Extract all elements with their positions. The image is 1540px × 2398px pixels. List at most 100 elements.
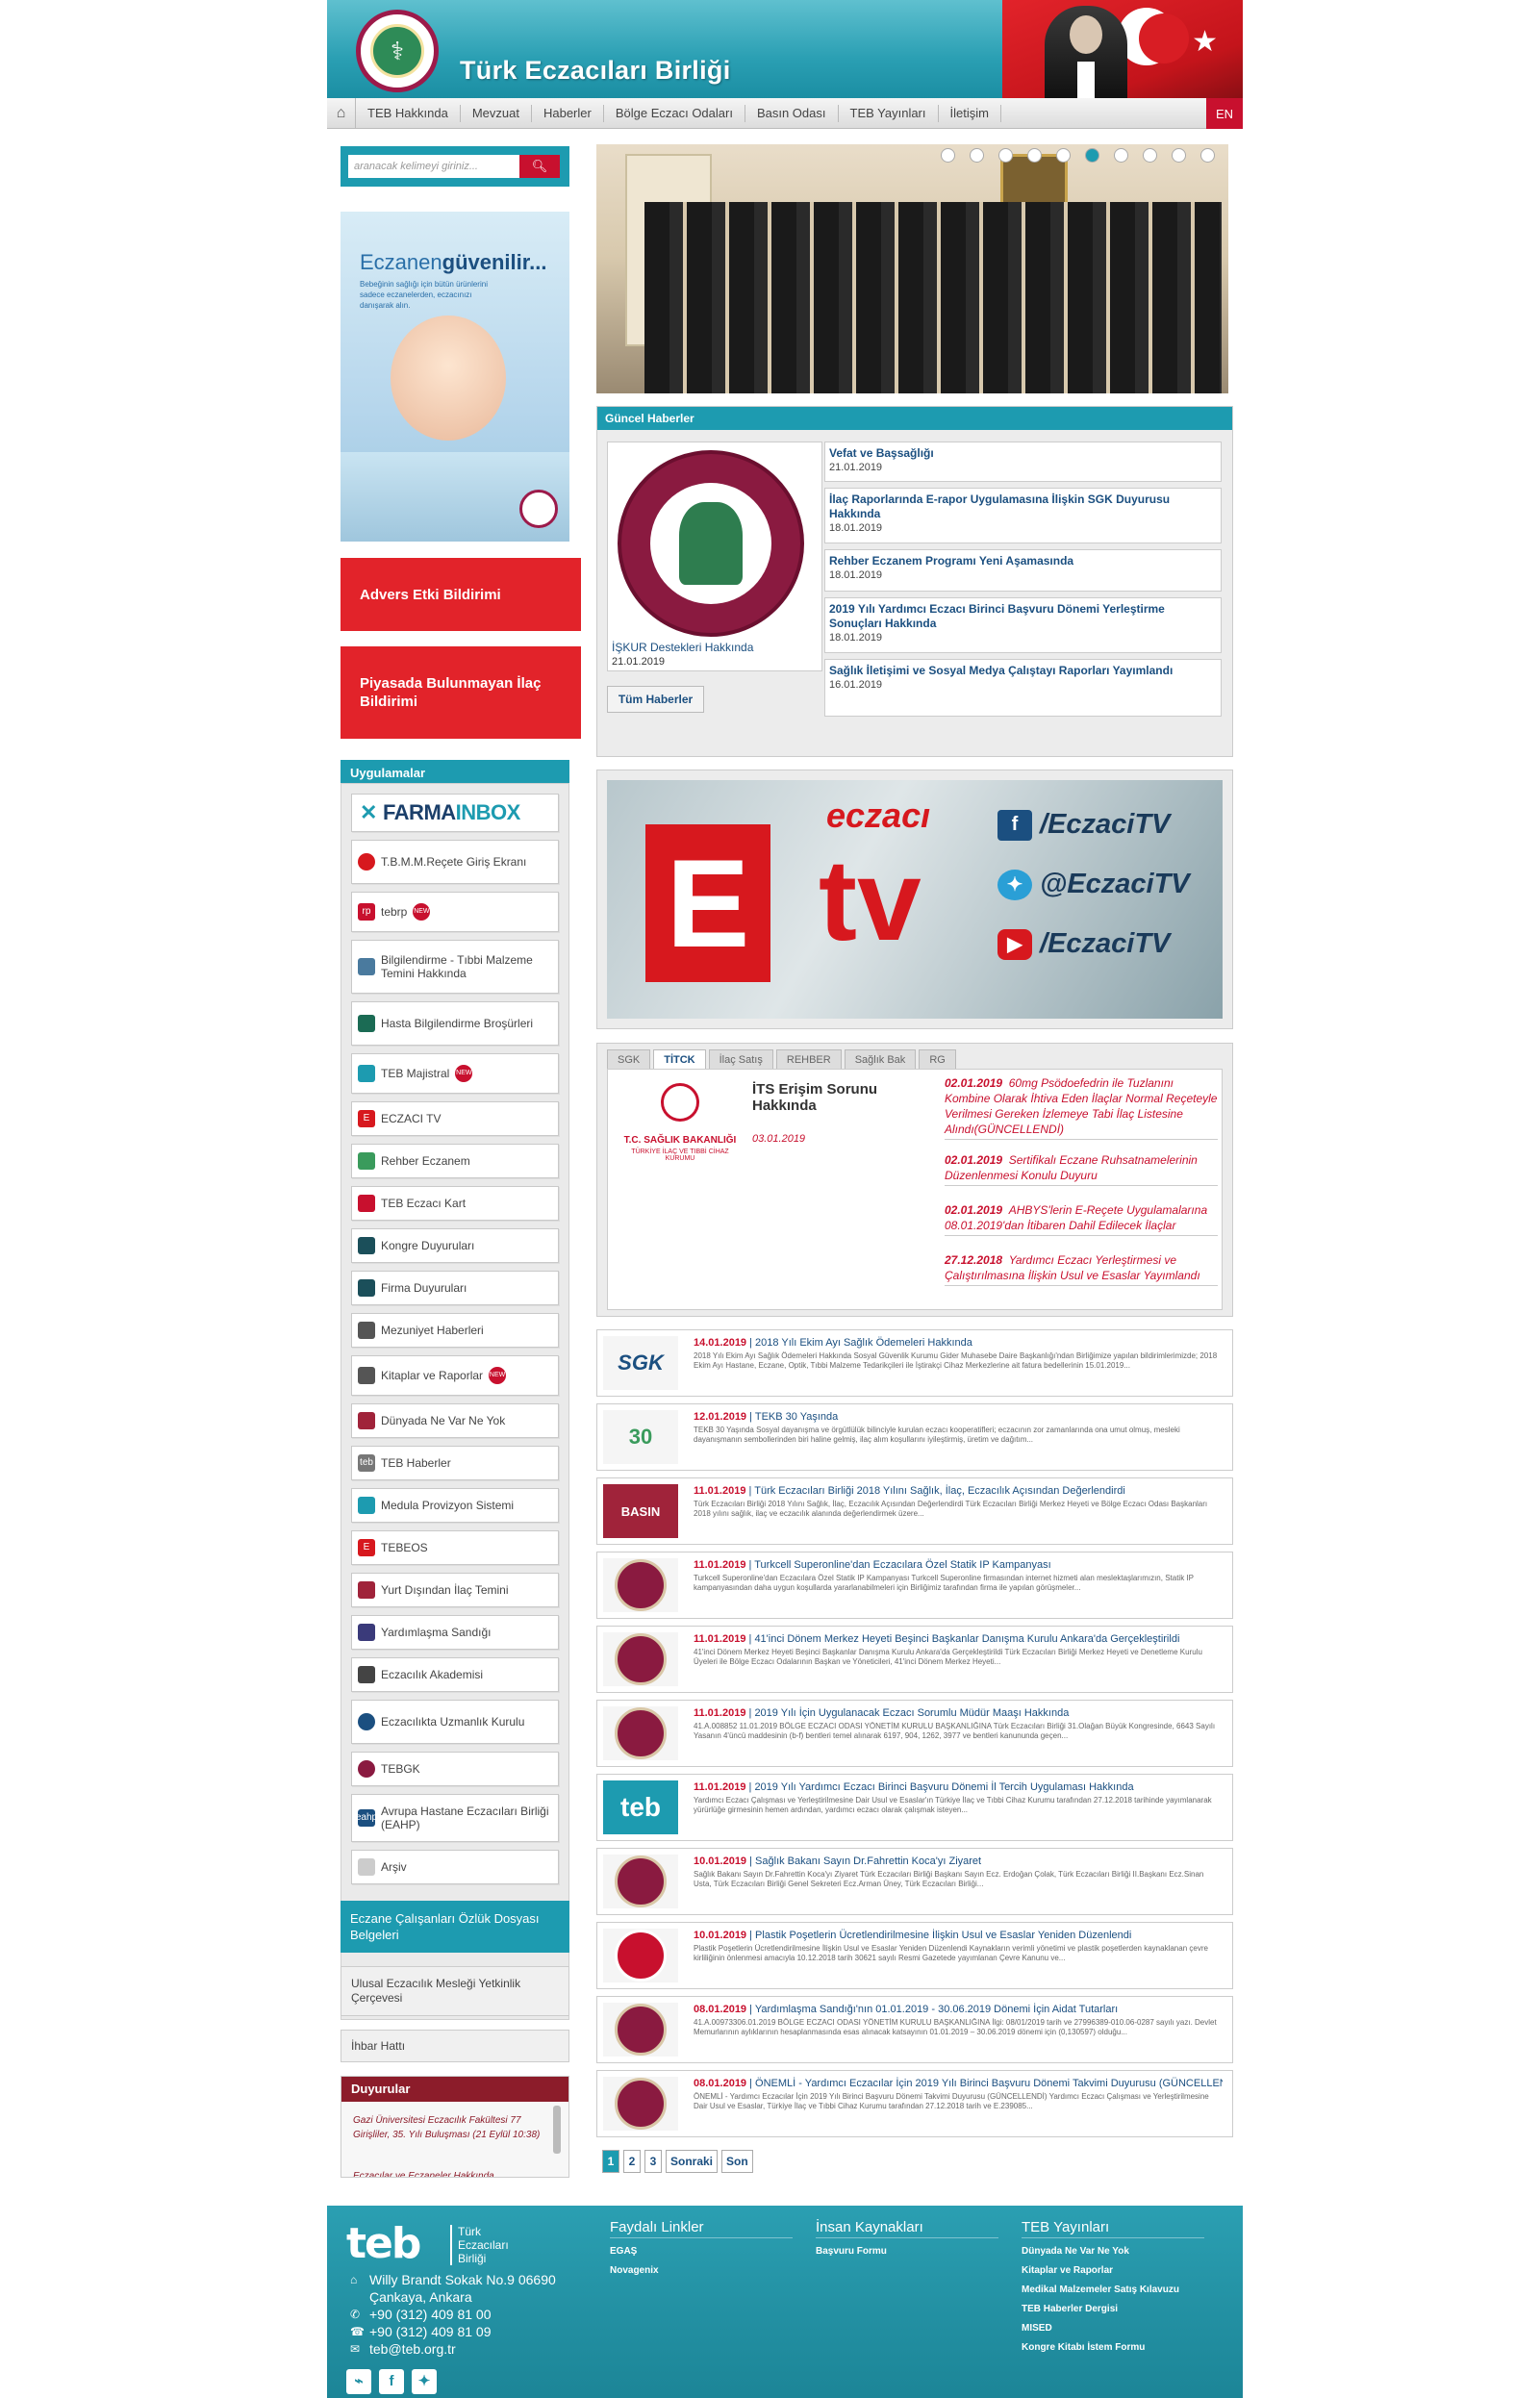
footer-link[interactable]: Kongre Kitabı İstem Formu — [1022, 2338, 1204, 2358]
missing-drug-button[interactable]: Piyasada Bulunmayan İlaç Bildirimi — [341, 646, 581, 739]
footer-link[interactable]: Kitaplar ve Raporlar — [1022, 2261, 1204, 2281]
eczaci-tv-banner[interactable]: E eczacı tv f/EczaciTV ✦ @EczaciTV ▶ /Ecza… — [607, 780, 1223, 1019]
slider-dot[interactable] — [970, 148, 984, 163]
footer-link[interactable]: Novagenix — [610, 2261, 793, 2281]
app-teb-haberler[interactable]: teb TEB Haberler — [351, 1446, 559, 1480]
last-page-button[interactable]: Son — [721, 2150, 753, 2173]
news-title[interactable]: 2019 Yılı Yardımcı Eczacı Birinci Başvur… — [829, 602, 1217, 631]
slider-dot[interactable] — [1143, 148, 1157, 163]
tab-item[interactable]: 02.01.2019 Sertifikalı Eczane Ruhsatname… — [945, 1152, 1218, 1186]
footer-link[interactable]: Dünyada Ne Var Ne Yok — [1022, 2242, 1204, 2261]
app-eahp[interactable]: eahp Avrupa Hastane Eczacıları Birliği (E… — [351, 1794, 559, 1842]
duyurular-scrollbar[interactable] — [553, 2106, 561, 2154]
footer-link[interactable]: Medikal Malzemeler Satış Kılavuzu — [1022, 2281, 1204, 2300]
feed-item[interactable]: 08.01.2019 | ÖNEMLİ - Yardımcı Eczacılar… — [596, 2070, 1233, 2137]
news-item[interactable]: Vefat ve Başsağlığı 21.01.2019 — [824, 442, 1222, 482]
tab-item[interactable]: 02.01.2019 60mg Psödoefedrin ile Tuzlanı… — [945, 1075, 1218, 1140]
app-yurt-disindan-ilac[interactable]: Yurt Dışından İlaç Temini — [351, 1573, 559, 1607]
nav-basin-odasi[interactable]: Basın Odası — [745, 104, 839, 122]
slider-dot[interactable] — [1200, 148, 1215, 163]
news-title[interactable]: Vefat ve Başsağlığı — [829, 446, 1217, 461]
slider-dot[interactable] — [1114, 148, 1128, 163]
app-dunyada-ne-var[interactable]: Dünyada Ne Var Ne Yok — [351, 1403, 559, 1438]
footer-link[interactable]: MISED — [1022, 2319, 1204, 2338]
news-slider[interactable] — [596, 144, 1228, 393]
home-icon[interactable]: ⌂ — [327, 97, 356, 129]
search-input[interactable]: aranacak kelimeyi giriniz... — [348, 155, 519, 178]
app-eczaci-tv[interactable]: E ECZACI TV — [351, 1101, 559, 1136]
ozluk-dosyasi-link[interactable]: Eczane Çalışanları Özlük Dosyası Belgele… — [341, 1901, 569, 1953]
feed-item[interactable]: 11.01.2019 | Turkcell Superonline'dan Ec… — [596, 1552, 1233, 1619]
tab-saglik-bak[interactable]: Sağlık Bak — [844, 1049, 917, 1069]
news-item[interactable]: Sağlık İletişimi ve Sosyal Medya Çalışta… — [824, 659, 1222, 717]
all-news-button[interactable]: Tüm Haberler — [607, 686, 704, 713]
feed-item[interactable]: 11.01.2019 | 2019 Yılı İçin Uygulanacak … — [596, 1700, 1233, 1767]
search-button[interactable]: 🔍︎ — [519, 155, 560, 178]
app-eczacilik-akademisi[interactable]: Eczacılık Akademisi — [351, 1657, 559, 1692]
slider-dot[interactable] — [941, 148, 955, 163]
feed-item[interactable]: 08.01.2019 | Yardımlaşma Sandığı'nın 01.… — [596, 1996, 1233, 2063]
eczane-banner[interactable]: Eczanengüvenilir... Bebeğinin sağlığı iç… — [341, 212, 569, 542]
feed-title[interactable]: 11.01.2019 | 2019 Yılı Yardımcı Eczacı B… — [694, 1780, 1223, 1794]
app-firma-duyurulari[interactable]: Firma Duyuruları — [351, 1271, 559, 1305]
rss-icon[interactable]: ⌁ — [346, 2369, 371, 2394]
nav-bolge-odalari[interactable]: Bölge Eczacı Odaları — [604, 104, 745, 122]
feed-item[interactable]: 30 12.01.2019 | TEKB 30 Yaşında TEKB 30 Ya… — [596, 1403, 1233, 1471]
next-page-button[interactable]: Sonraki — [666, 2150, 719, 2173]
news-item[interactable]: İlaç Raporlarında E-rapor Uygulamasına İ… — [824, 488, 1222, 543]
tab-item[interactable]: 02.01.2019 AHBYS'lerin E-Reçete Uygulama… — [945, 1202, 1218, 1236]
tab-main-title[interactable]: İTS Erişim Sorunu Hakkında — [752, 1081, 896, 1114]
feed-title[interactable]: 11.01.2019 | 41'inci Dönem Merkez Heyeti… — [694, 1632, 1223, 1646]
app-bilgilendirme[interactable]: Bilgilendirme - Tıbbi Malzeme Temini Hak… — [351, 940, 559, 994]
feed-item[interactable]: 11.01.2019 | 41'inci Dönem Merkez Heyeti… — [596, 1626, 1233, 1693]
feed-title[interactable]: 14.01.2019 | 2018 Yılı Ekim Ayı Sağlık Ö… — [694, 1336, 1223, 1350]
ihbar-hatti-link[interactable]: İhbar Hattı — [341, 2030, 569, 2062]
app-yardimlasma-sandigi[interactable]: Yardımlaşma Sandığı — [351, 1615, 559, 1650]
duyurular-item[interactable]: Eczacılar ve Eczaneler Hakkında — [353, 2169, 545, 2177]
feed-title[interactable]: 11.01.2019 | Turkcell Superonline'dan Ec… — [694, 1558, 1223, 1572]
featured-news[interactable]: İŞKUR Destekleri Hakkında 21.01.2019 — [607, 442, 822, 671]
teb-logo[interactable]: ⚕ — [356, 10, 439, 92]
app-tebrp[interactable]: rp tebrp NEW — [351, 892, 559, 932]
tab-rehber[interactable]: REHBER — [775, 1049, 842, 1069]
app-tbmm-recete[interactable]: T.B.M.M.Reçete Giriş Ekranı — [351, 840, 559, 884]
tab-ilac-satis[interactable]: İlaç Satış — [708, 1049, 773, 1069]
app-teb-majistral[interactable]: TEB Majistral NEW — [351, 1053, 559, 1094]
app-hasta-bilgilendirme[interactable]: Hasta Bilgilendirme Broşürleri — [351, 1001, 559, 1046]
slider-dot-active[interactable] — [1085, 148, 1099, 163]
farmainbox-link[interactable]: ✕ FARMA INBOX — [351, 794, 559, 832]
feed-item[interactable]: 10.01.2019 | Plastik Poşetlerin Ücretlen… — [596, 1922, 1233, 1989]
nav-iletisim[interactable]: İletişim — [939, 104, 1001, 122]
app-tebgk[interactable]: TEBGK — [351, 1752, 559, 1786]
feed-title[interactable]: 11.01.2019 | 2019 Yılı İçin Uygulanacak … — [694, 1706, 1223, 1720]
facebook-icon[interactable]: f — [379, 2369, 404, 2394]
slider-dot[interactable] — [1056, 148, 1071, 163]
slider-dot[interactable] — [1027, 148, 1042, 163]
app-mezuniyet-haberleri[interactable]: Mezuniyet Haberleri — [351, 1313, 559, 1348]
app-kitaplar-raporlar[interactable]: Kitaplar ve Raporlar NEW — [351, 1355, 559, 1396]
tab-sgk[interactable]: SGK — [607, 1049, 651, 1069]
footer-link[interactable]: TEB Haberler Dergisi — [1022, 2300, 1204, 2319]
adverse-effect-button[interactable]: Advers Etki Bildirimi — [341, 558, 581, 631]
duyurular-item[interactable]: Gazi Üniversitesi Eczacılık Fakültesi 77… — [353, 2113, 545, 2142]
app-arsiv[interactable]: Arşiv — [351, 1850, 559, 1884]
featured-news-title[interactable]: İŞKUR Destekleri Hakkında — [612, 641, 753, 654]
feed-item[interactable]: teb 11.01.2019 | 2019 Yılı Yardımcı Eczac… — [596, 1774, 1233, 1841]
email-text[interactable]: teb@teb.org.tr — [369, 2340, 456, 2358]
slider-dot[interactable] — [998, 148, 1013, 163]
app-rehber-eczanem[interactable]: Rehber Eczanem — [351, 1144, 559, 1178]
feed-title[interactable]: 12.01.2019 | TEKB 30 Yaşında — [694, 1410, 1223, 1424]
footer-email[interactable]: ✉ teb@teb.org.tr — [350, 2340, 556, 2358]
nav-teb-hakkinda[interactable]: TEB Hakkında — [356, 104, 461, 122]
news-title[interactable]: İlaç Raporlarında E-rapor Uygulamasına İ… — [829, 492, 1217, 521]
footer-link[interactable]: EGAŞ — [610, 2242, 793, 2261]
yetkinlik-cercevesi-link[interactable]: Ulusal Eczacılık Mesleği Yetkinlik Çerçe… — [341, 1966, 569, 2016]
news-item[interactable]: Rehber Eczanem Programı Yeni Aşamasında 1… — [824, 549, 1222, 592]
feed-item[interactable]: BASIN 11.01.2019 | Türk Eczacıları Birliğ… — [596, 1477, 1233, 1545]
feed-title[interactable]: 08.01.2019 | ÖNEMLİ - Yardımcı Eczacılar… — [694, 2077, 1223, 2090]
facebook-handle[interactable]: f/EczaciTV — [997, 809, 1219, 841]
youtube-handle[interactable]: ▶ /EczaciTV — [997, 928, 1219, 960]
nav-mevzuat[interactable]: Mevzuat — [461, 104, 532, 122]
slider-dot[interactable] — [1172, 148, 1186, 163]
nav-teb-yayinlari[interactable]: TEB Yayınları — [839, 104, 939, 122]
